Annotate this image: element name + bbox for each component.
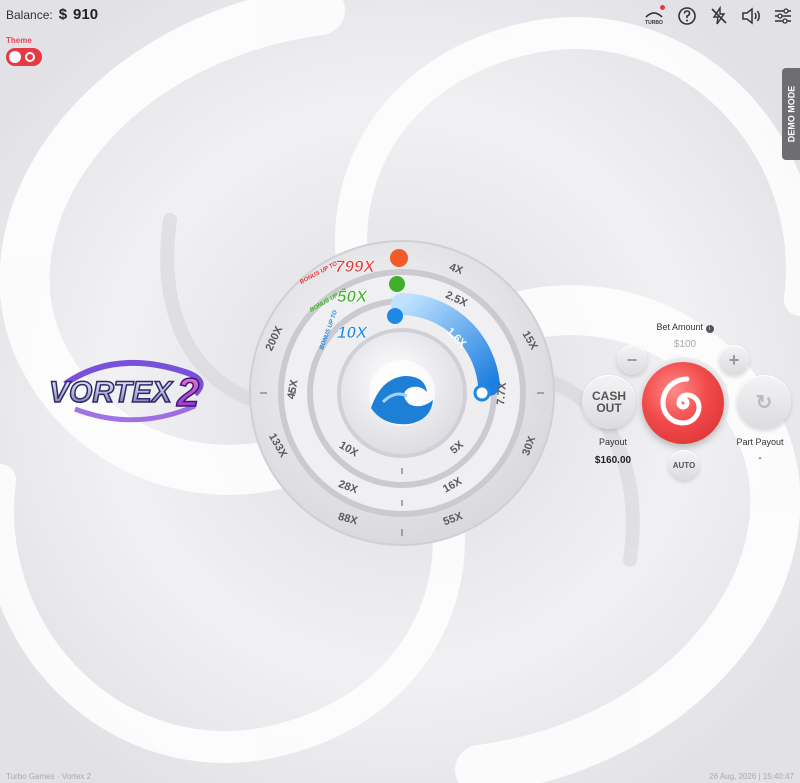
vortex-wheel: 4X 15X 30X 55X 88X 133X 200X 2.5X 7.7X 1… bbox=[249, 240, 555, 546]
demo-mode-label: DEMO MODE bbox=[786, 85, 797, 143]
info-icon[interactable]: i bbox=[705, 325, 714, 333]
part-payout-label: Part Payout bbox=[736, 437, 784, 447]
top-toolbar: TURBO bbox=[642, 5, 794, 27]
bonus-green-value: 50X bbox=[337, 287, 369, 306]
swirl-icon bbox=[660, 376, 702, 426]
notification-dot bbox=[660, 5, 665, 10]
game-logo: VORTEX 2 bbox=[48, 359, 204, 423]
logo-text: VORTEX bbox=[49, 376, 174, 409]
bet-amount: Bet Amount i $100 bbox=[640, 322, 730, 350]
turbo-off-icon[interactable] bbox=[708, 5, 730, 27]
demo-mode-tab[interactable]: DEMO MODE bbox=[782, 68, 800, 160]
auto-button[interactable]: AUTO bbox=[669, 450, 699, 480]
fire-icon bbox=[390, 249, 408, 267]
progress-marker bbox=[473, 384, 491, 402]
balance-currency: $ bbox=[58, 6, 68, 23]
footer-timestamp: 26 Aug, 2026 | 15:40:47 bbox=[709, 772, 794, 781]
theme-label: Theme bbox=[6, 36, 32, 45]
settings-icon[interactable] bbox=[772, 5, 794, 27]
svg-text:TURBO: TURBO bbox=[645, 20, 663, 26]
water-icon bbox=[387, 308, 403, 324]
wave-icon bbox=[369, 360, 435, 426]
moon-icon bbox=[25, 52, 35, 62]
autoplay-icon[interactable]: ↻ bbox=[737, 375, 791, 429]
footer-game-name: Turbo Games · Vortex 2 bbox=[6, 772, 92, 781]
payout: Payout $160.00 bbox=[588, 437, 638, 466]
sun-icon bbox=[9, 51, 21, 63]
sound-icon[interactable] bbox=[740, 5, 762, 27]
logo-number: 2 bbox=[176, 371, 199, 415]
cash-out-button[interactable]: CASH OUT bbox=[582, 375, 636, 429]
spin-button[interactable] bbox=[642, 362, 724, 444]
balance-display: Balance: $ 910 bbox=[6, 6, 98, 23]
leaf-icon bbox=[389, 276, 405, 292]
theme-toggle[interactable] bbox=[6, 48, 42, 66]
part-payout-value: - bbox=[758, 453, 762, 464]
bonus-red-value: 799X bbox=[335, 257, 376, 276]
balance-value: 910 bbox=[73, 6, 99, 23]
balance-label: Balance: bbox=[6, 8, 53, 22]
help-icon[interactable] bbox=[676, 5, 698, 27]
payout-label: Payout bbox=[598, 437, 628, 447]
theme-switcher: Theme bbox=[6, 36, 42, 66]
part-payout: Part Payout - bbox=[733, 437, 787, 464]
bet-amount-value: $100 bbox=[673, 339, 697, 350]
turbo-universe-icon[interactable]: TURBO bbox=[642, 5, 666, 27]
bonus-blue-value: 10X bbox=[337, 323, 369, 342]
payout-value: $160.00 bbox=[594, 455, 632, 466]
middle-ring-label: 7.7X bbox=[495, 381, 509, 405]
bet-amount-label: Bet Amount i bbox=[640, 322, 730, 333]
